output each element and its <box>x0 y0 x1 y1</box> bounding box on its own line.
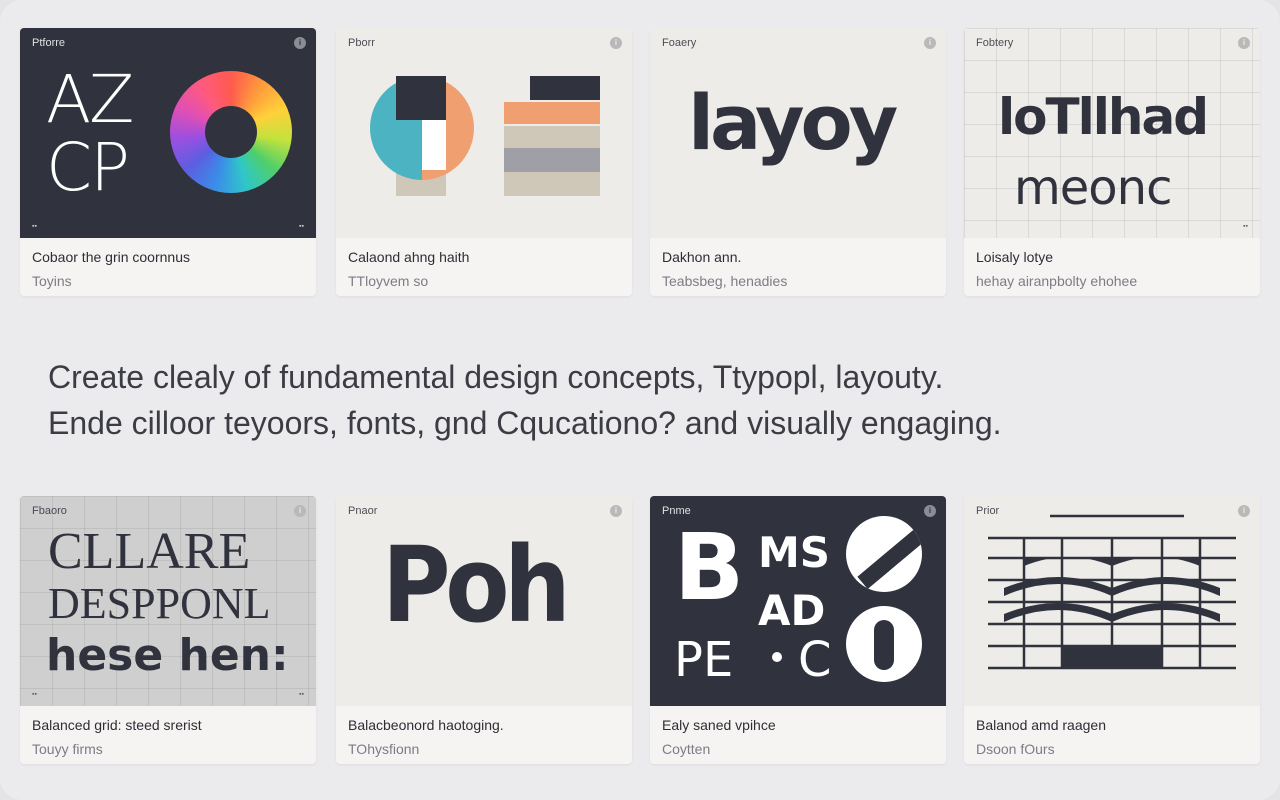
design-card-color-wheel[interactable]: Ptforre i AZ CP ▪▪ ▪▪ Cobaor the grin co… <box>20 28 316 296</box>
thumb-label: Fobtery <box>976 37 1014 49</box>
art-line-2: DESPPONL <box>48 579 271 628</box>
card-caption: Calaond ahng haith <box>348 249 470 265</box>
color-wheel <box>170 71 292 193</box>
art-line-2: CP <box>46 129 130 206</box>
dot-shape <box>772 652 782 662</box>
corner-mark: ▪▪ <box>299 691 304 698</box>
card-subcaption: Toyins <box>32 273 72 289</box>
thumb-label: Ptforre <box>32 37 66 49</box>
card-subcaption: TOhysfionn <box>348 741 420 757</box>
page-headline: Create clealy of fundamental design conc… <box>48 354 1228 446</box>
swatch-art <box>370 76 600 196</box>
card-subcaption: Teabsbeg, henadies <box>662 273 788 289</box>
card-subcaption: Dsoon fOurs <box>976 741 1055 757</box>
card-subcaption: TTloyvem so <box>348 273 429 289</box>
art-line-1: CLLARE <box>48 523 251 580</box>
art-line-1: AZ <box>46 61 134 138</box>
card-thumbnail: Pnaor i Poh <box>336 496 632 706</box>
pattern-art <box>988 514 1236 670</box>
art-line-2: meonc <box>1014 160 1172 216</box>
corner-mark: ▪▪ <box>32 691 37 698</box>
design-card-type-composition[interactable]: Pnme i B MS AD PE C Ealy saned vpihce Co… <box>650 496 946 764</box>
art-ms: MS <box>758 528 831 577</box>
card-caption: Cobaor the grin coornnus <box>32 249 190 265</box>
art-c: C <box>798 632 832 688</box>
half-circle-shape <box>846 606 922 682</box>
card-thumbnail: Foaery i layoy <box>650 28 946 238</box>
info-icon[interactable]: i <box>924 37 936 49</box>
card-thumbnail: Fobtery i loTllhad meonc ▪▪ <box>964 28 1260 238</box>
corner-mark: ▪▪ <box>32 223 37 230</box>
thumb-label: Pnaor <box>348 505 378 517</box>
art-letter-b: B <box>674 514 745 621</box>
headline-line-1: Create clealy of fundamental design conc… <box>48 359 944 395</box>
card-subcaption: hehay airanpbolty ehohee <box>976 273 1138 289</box>
corner-mark: ▪▪ <box>1243 223 1248 230</box>
design-card-layout-grid[interactable]: Fobtery i loTllhad meonc ▪▪ Loisaly loty… <box>964 28 1260 296</box>
info-icon[interactable]: i <box>610 505 622 517</box>
card-thumbnail: Pnme i B MS AD PE C <box>650 496 946 706</box>
circle-slash-shape <box>846 516 922 592</box>
info-icon[interactable]: i <box>924 505 936 517</box>
card-caption: Ealy saned vpihce <box>662 717 776 733</box>
art-ad: AD <box>758 586 826 635</box>
art-line-3: hese hen: <box>46 630 289 681</box>
card-thumbnail: Pborr i <box>336 28 632 238</box>
art-word: layoy <box>688 78 898 167</box>
design-card-serif-grid[interactable]: Fbaoro i CLLARE DESPPONL hese hen: ▪▪ ▪▪… <box>20 496 316 764</box>
card-caption: Balacbeonord haotoging. <box>348 717 504 733</box>
design-card-bold-type[interactable]: Pnaor i Poh Balacbeonord haotoging. TOhy… <box>336 496 632 764</box>
card-thumbnail: Ptforre i AZ CP ▪▪ ▪▪ <box>20 28 316 238</box>
corner-mark: ▪▪ <box>299 223 304 230</box>
art-word: Poh <box>382 524 571 646</box>
card-caption: Dakhon ann. <box>662 249 742 265</box>
art-letters: AZ CP <box>46 61 134 206</box>
design-card-color-swatches[interactable]: Pborr i Calaond ahng haith TTloyvem so <box>336 28 632 296</box>
thumb-label: Foaery <box>662 37 697 49</box>
card-thumbnail: Prior i <box>964 496 1260 706</box>
card-caption: Balanced grid: steed srerist <box>32 717 202 733</box>
info-icon[interactable]: i <box>294 37 306 49</box>
headline-line-2: Ende cilloor teyoors, fonts, gnd Cqucati… <box>48 405 1002 441</box>
art-line-1: loTllhad <box>998 88 1209 146</box>
design-card-balance-pattern[interactable]: Prior i Balanod amd raagen Dsoon fOurs <box>964 496 1260 764</box>
info-icon[interactable]: i <box>1238 37 1250 49</box>
info-icon[interactable]: i <box>294 505 306 517</box>
card-caption: Loisaly lotye <box>976 249 1054 265</box>
art-pe: PE <box>674 632 734 688</box>
thumb-label: Fbaoro <box>32 505 67 517</box>
card-caption: Balanod amd raagen <box>976 717 1106 733</box>
card-subcaption: Coytten <box>662 741 711 757</box>
card-thumbnail: Fbaoro i CLLARE DESPPONL hese hen: ▪▪ ▪▪ <box>20 496 316 706</box>
card-subcaption: Touyy firms <box>32 741 103 757</box>
design-card-typography[interactable]: Foaery i layoy Dakhon ann. Teabsbeg, hen… <box>650 28 946 296</box>
